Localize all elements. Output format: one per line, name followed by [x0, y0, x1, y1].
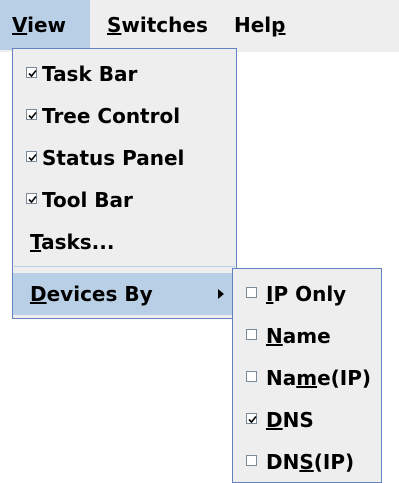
menu-item-label: P Only	[273, 282, 347, 306]
menu-item-tree-control[interactable]: Tree Control	[13, 95, 236, 137]
checkbox-checked-icon[interactable]	[26, 193, 37, 204]
menu-switches[interactable]: Switches	[95, 0, 220, 50]
view-menu-popup: Task Bar Tree Control Status Panel Tool …	[12, 48, 237, 319]
devices-by-submenu: IP Only Name Name(IP) DNS DNS(IP)	[232, 268, 382, 483]
menu-item-label: (IP)	[313, 450, 355, 474]
submenu-item-ip-only[interactable]: IP Only	[233, 273, 381, 315]
submenu-arrow-icon	[218, 289, 224, 299]
menu-item-mnemonic: D	[266, 408, 283, 432]
menu-item-tool-bar[interactable]: Tool Bar	[13, 179, 236, 221]
menu-item-label: e(IP)	[317, 366, 372, 390]
checkbox-checked-icon[interactable]	[26, 109, 37, 120]
menu-item-mnemonic: S	[299, 450, 314, 474]
menu-view[interactable]: View	[0, 0, 90, 50]
menu-item-mnemonic: m	[296, 366, 318, 390]
menu-bar: View Switches Help	[0, 0, 399, 52]
submenu-item-dns[interactable]: DNS	[233, 399, 381, 441]
submenu-item-name-ip[interactable]: Name(IP)	[233, 357, 381, 399]
menu-item-label: asks...	[41, 230, 115, 254]
menu-view-label: iew	[27, 13, 67, 37]
menu-item-label-pre: DN	[266, 450, 300, 474]
menu-help-label: Hel	[234, 13, 272, 37]
checkbox-unchecked-icon[interactable]	[246, 329, 257, 340]
menu-item-label: Tree Control	[42, 104, 181, 128]
menu-separator	[14, 266, 235, 267]
menu-item-label: evices By	[46, 282, 153, 306]
menu-item-label-pre: Na	[266, 366, 297, 390]
menu-item-label: NS	[282, 408, 314, 432]
menu-switches-mnemonic: S	[107, 13, 122, 37]
checkbox-unchecked-icon[interactable]	[246, 287, 257, 298]
checkbox-checked-icon[interactable]	[26, 151, 37, 162]
menu-item-mnemonic: T	[30, 230, 42, 254]
menu-item-mnemonic: N	[266, 324, 283, 348]
menu-item-label: Task Bar	[42, 62, 138, 86]
checkbox-unchecked-icon[interactable]	[246, 455, 257, 466]
menu-item-label: ame	[282, 324, 331, 348]
checkbox-unchecked-icon[interactable]	[246, 371, 257, 382]
menu-item-task-bar[interactable]: Task Bar	[13, 53, 236, 95]
menu-item-devices-by[interactable]: Devices By	[13, 273, 236, 315]
menu-item-tasks[interactable]: Tasks...	[13, 221, 236, 263]
menu-view-mnemonic: V	[12, 13, 28, 37]
menu-item-label: Tool Bar	[42, 188, 133, 212]
checkbox-checked-icon[interactable]	[26, 67, 37, 78]
menu-item-label: Status Panel	[42, 146, 185, 170]
menu-item-status-panel[interactable]: Status Panel	[13, 137, 236, 179]
checkbox-checked-icon[interactable]	[246, 413, 257, 424]
submenu-item-name[interactable]: Name	[233, 315, 381, 357]
menu-help[interactable]: Help	[222, 0, 298, 50]
menu-item-mnemonic: D	[30, 282, 47, 306]
menu-help-mnemonic: p	[271, 13, 286, 37]
submenu-item-dns-ip[interactable]: DNS(IP)	[233, 441, 381, 483]
menu-switches-label: witches	[121, 13, 208, 37]
